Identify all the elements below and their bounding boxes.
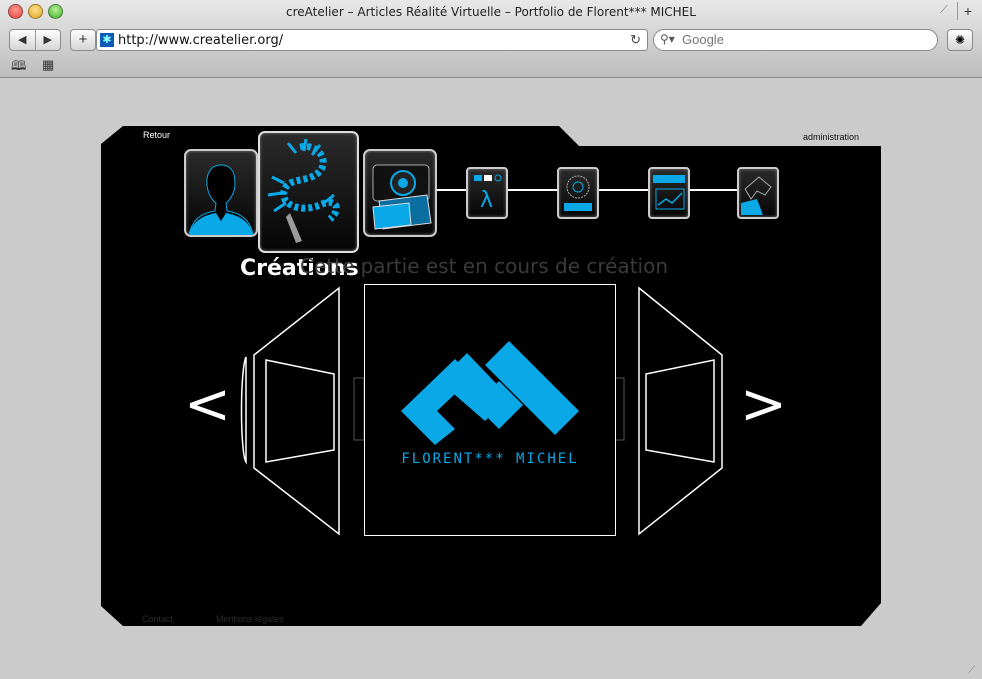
administration-link[interactable]: administration xyxy=(803,132,859,142)
camera-icon xyxy=(372,164,432,230)
back-button[interactable]: ◀ xyxy=(10,30,36,50)
footer-legal-link[interactable]: Mentions légales xyxy=(216,614,284,624)
logo-caption: FLORENT*** MICHEL xyxy=(401,451,579,467)
browser-chrome: creAtelier – Articles Réalité Virtuelle … xyxy=(0,0,982,78)
window-title: creAtelier – Articles Réalité Virtuelle … xyxy=(286,5,696,19)
search-field: ⚲▾ xyxy=(653,29,938,51)
new-tab-button[interactable]: + xyxy=(957,2,978,20)
footer-contact-link[interactable]: Contact xyxy=(142,614,173,624)
bookmarks-bar: 🕮 ▦ xyxy=(0,54,982,76)
menu-dial-icon[interactable] xyxy=(557,167,599,219)
svg-text:λ: λ xyxy=(480,188,493,213)
add-bookmark-button[interactable]: + xyxy=(70,29,96,51)
menu-media-icon[interactable] xyxy=(648,167,690,219)
lambda-icon: λ xyxy=(474,174,502,213)
search-icon[interactable]: ⚲▾ xyxy=(660,32,675,46)
page-viewport: Retour administration λ Créations Cette … xyxy=(0,77,982,679)
forward-button[interactable]: ▶ xyxy=(36,30,61,50)
retour-link[interactable]: Retour xyxy=(143,130,170,140)
url-text[interactable]: http://www.createlier.org/ xyxy=(118,33,283,48)
profile-icon xyxy=(188,164,254,235)
featured-creation-card[interactable]: FLORENT*** MICHEL xyxy=(364,284,616,536)
search-input[interactable] xyxy=(682,31,922,48)
report-bug-button[interactable]: ✺ xyxy=(947,29,973,51)
reload-button[interactable]: ↻ xyxy=(630,32,641,48)
carousel-right-inner-frame xyxy=(645,359,715,463)
site-favicon-icon: ✱ xyxy=(100,33,114,47)
hand-icon xyxy=(741,176,772,215)
carousel-left-inner-frame xyxy=(265,359,335,463)
address-bar[interactable]: ✱ http://www.createlier.org/ ↻ xyxy=(96,29,648,51)
menu-profile-icon[interactable] xyxy=(184,149,258,237)
media-player-icon xyxy=(653,175,685,210)
browser-toolbar: ◀ ▶ + ✱ http://www.createlier.org/ ↻ ⚲▾ … xyxy=(0,27,982,53)
creations-icon xyxy=(267,138,340,243)
window-resize-grip[interactable]: ⟋ xyxy=(968,665,980,677)
menu-lambda-icon[interactable]: λ xyxy=(466,167,508,219)
title-bar: creAtelier – Articles Réalité Virtuelle … xyxy=(0,0,982,22)
carousel-right-frame xyxy=(638,286,723,536)
top-sites-grid-icon[interactable]: ▦ xyxy=(42,57,54,73)
dial-icon xyxy=(564,175,592,211)
toolbar-toggle-icon[interactable]: ⟋ xyxy=(940,4,954,18)
florent-michel-logo-icon xyxy=(401,341,579,445)
menu-creations-icon[interactable] xyxy=(258,131,359,253)
back-forward-buttons: ◀ ▶ xyxy=(9,29,61,51)
carousel-prev-button[interactable]: < xyxy=(184,373,231,437)
carousel-next-button[interactable]: > xyxy=(740,373,787,437)
under-construction-notice: Cette partie est en cours de création xyxy=(300,254,669,278)
menu-hand-icon[interactable] xyxy=(737,167,779,219)
bookmarks-book-icon[interactable]: 🕮 xyxy=(11,57,26,79)
menu-photo-icon[interactable] xyxy=(363,149,437,237)
carousel-left-edge xyxy=(240,356,247,465)
